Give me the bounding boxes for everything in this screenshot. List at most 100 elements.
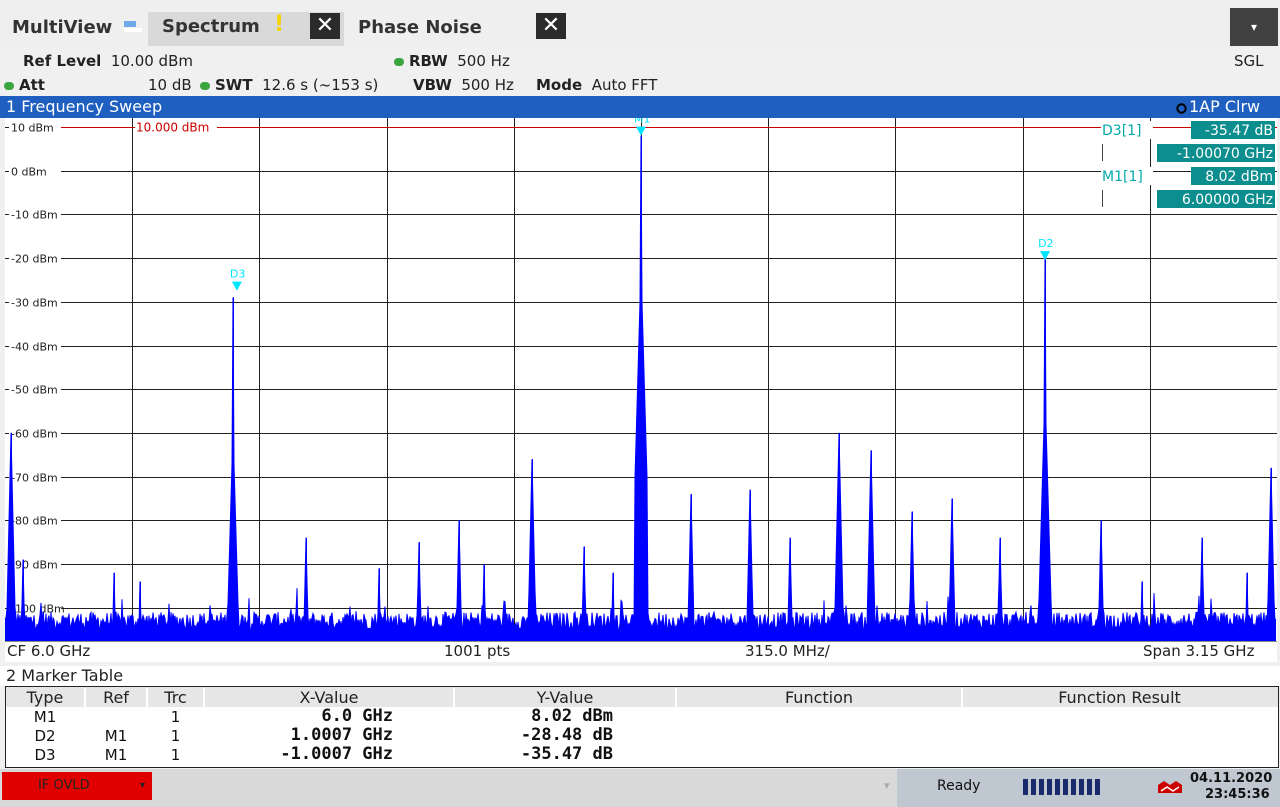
y-tick-label: -10 dBm [11, 209, 58, 222]
rbw-indicator-icon [394, 57, 404, 66]
spectrum-plot[interactable]: 10 dBm 0 dBm -10 dBm -20 dBm -30 dBm -40 dBm -… [4, 113, 1277, 641]
marker-table[interactable]: Type Ref Trc X-Value Y-Value Function Fu… [5, 686, 1279, 768]
row-trc: 1 [170, 746, 181, 764]
marker-info-value: -35.47 dB [1205, 123, 1273, 139]
trace-circle-icon [1176, 99, 1187, 118]
col-function-result: Function Result [1058, 688, 1181, 707]
mode-setting[interactable]: Mode Auto FFT [536, 76, 657, 94]
att-indicator-icon [4, 81, 14, 90]
ref-level-setting[interactable]: Ref Level 10.00 dBm [23, 52, 193, 70]
tab-bar: MultiView Spectrum ! ✕ Phase Noise ✕ ▾ [0, 0, 1280, 48]
warning-icon: ! [274, 12, 285, 37]
status-date: 04.11.2020 [1190, 771, 1273, 786]
close-phase-noise-button[interactable]: ✕ [536, 13, 566, 39]
swt-value: 12.6 s (~153 s) [262, 76, 379, 94]
row-type: M1 [33, 708, 57, 726]
y-tick-label: 0 dBm [11, 166, 47, 179]
marker-d3-symbol [231, 281, 242, 291]
sgl-indicator[interactable]: SGL [1234, 52, 1264, 70]
swt-indicator-icon [200, 81, 210, 90]
col-function: Function [677, 688, 963, 707]
row-y-value: 8.02 dBm [531, 706, 613, 726]
row-type: D3 [34, 746, 56, 764]
row-x-value: -1.0007 GHz [280, 744, 393, 764]
diagram-title: 1 Frequency Sweep [6, 97, 163, 116]
y-tick-label: -40 dBm [11, 341, 58, 354]
y-tick-label: -50 dBm [11, 384, 58, 397]
tab-multiview[interactable]: MultiView [12, 17, 112, 38]
trace-info: 1AP Clrw [1189, 97, 1261, 116]
multiview-icon [124, 18, 142, 32]
att-value: 10 dB [148, 76, 192, 94]
y-tick-label: 10 dBm [11, 122, 54, 135]
y-tick-label: -80 dBm [11, 515, 58, 528]
sweep-points: 1001 pts [444, 642, 511, 660]
marker-info-value: 8.02 dBm [1205, 169, 1273, 185]
rbw-setting[interactable]: RBW 500 Hz [394, 52, 510, 70]
marker-info-name: D3[1] [1102, 123, 1142, 139]
row-x-value: 1.0007 GHz [290, 725, 393, 745]
marker-d2-label: D2 [1038, 237, 1053, 250]
ref-level-value: 10.00 dBm [110, 52, 193, 70]
span-value: Span 3.15 GHz [1143, 642, 1255, 660]
marker-info-x: -1.00070 GHz [1177, 146, 1273, 162]
marker-d3-label: D3 [230, 268, 245, 281]
col-type: Type [6, 688, 86, 707]
marker-info-name: M1[1] [1102, 169, 1143, 185]
ready-status: Ready [937, 778, 981, 794]
marker-table-title-bar[interactable]: 2 Marker Table [0, 666, 1280, 686]
att-setting[interactable]: Att [4, 76, 45, 94]
progress-icon [1023, 779, 1103, 799]
col-ref: Ref [86, 688, 148, 707]
reference-line-label: 10.000 dBm [136, 121, 209, 135]
division-width: 315.0 MHz/ [745, 642, 830, 660]
row-type: D2 [34, 727, 56, 745]
chevron-down-icon[interactable]: ▾ [884, 779, 890, 792]
swt-setting[interactable]: SWT 12.6 s (~153 s) [200, 76, 378, 94]
row-ref: M1 [104, 746, 128, 764]
close-spectrum-button[interactable]: ✕ [310, 13, 340, 39]
vbw-label: VBW [413, 76, 452, 94]
vbw-value: 500 Hz [461, 76, 514, 94]
row-y-value: -28.48 dB [520, 725, 613, 745]
y-tick-label: -90 dBm [11, 559, 58, 572]
y-tick-label: -70 dBm [11, 472, 58, 485]
vbw-setting[interactable]: VBW 500 Hz [413, 76, 514, 94]
status-bar: IF OVLD ▾ ▾ Ready 04.11.2020 23:45:36 [0, 769, 1280, 807]
rbw-value: 500 Hz [457, 52, 510, 70]
marker-table-header: Type Ref Trc X-Value Y-Value Function Fu… [6, 687, 1278, 707]
tab-spectrum-label[interactable]: Spectrum [162, 16, 260, 37]
network-icon [1157, 779, 1183, 799]
row-trc: 1 [170, 727, 181, 745]
col-x-value: X-Value [205, 688, 455, 707]
mode-value: Auto FFT [591, 76, 658, 94]
marker-m1-symbol [636, 126, 646, 136]
diagram-title-bar[interactable]: 1 Frequency Sweep 1AP Clrw [0, 96, 1280, 118]
rbw-label: RBW [409, 52, 448, 70]
row-ref: M1 [104, 727, 128, 745]
row-trc: 1 [170, 708, 181, 726]
menu-button[interactable]: ▾ [1230, 8, 1278, 46]
tab-phase-noise[interactable]: Phase Noise [358, 17, 482, 38]
spectrum-svg[interactable]: 10 dBm 0 dBm -10 dBm -20 dBm -30 dBm -40 dBm -… [4, 113, 1277, 641]
diagram-footer: CF 6.0 GHz 1001 pts 315.0 MHz/ Span 3.15… [5, 641, 1277, 662]
center-frequency: CF 6.0 GHz [7, 642, 91, 660]
row-y-value: -35.47 dB [520, 744, 613, 764]
row-x-value: 6.0 GHz [321, 706, 393, 726]
marker-table-title: 2 Marker Table [6, 666, 124, 685]
att-label: Att [19, 76, 45, 94]
ready-panel: Ready 04.11.2020 23:45:36 [897, 769, 1280, 807]
y-tick-label: -20 dBm [11, 253, 58, 266]
y-tick-label: -60 dBm [11, 428, 58, 441]
y-tick-label: -100 dBm [11, 603, 65, 616]
marker-info-x: 6.00000 GHz [1182, 192, 1273, 208]
dropdown-arrow-icon: ▾ [140, 780, 146, 791]
mode-label: Mode [536, 76, 583, 94]
ref-level-label: Ref Level [23, 52, 102, 70]
col-y-value: Y-Value [455, 688, 677, 707]
if-ovld-label: IF OVLD [38, 778, 90, 793]
y-tick-label: -30 dBm [11, 297, 58, 310]
swt-label: SWT [215, 76, 253, 94]
marker-m1-label: M1 [634, 118, 651, 126]
if-ovld-indicator[interactable]: IF OVLD ▾ [2, 772, 152, 800]
